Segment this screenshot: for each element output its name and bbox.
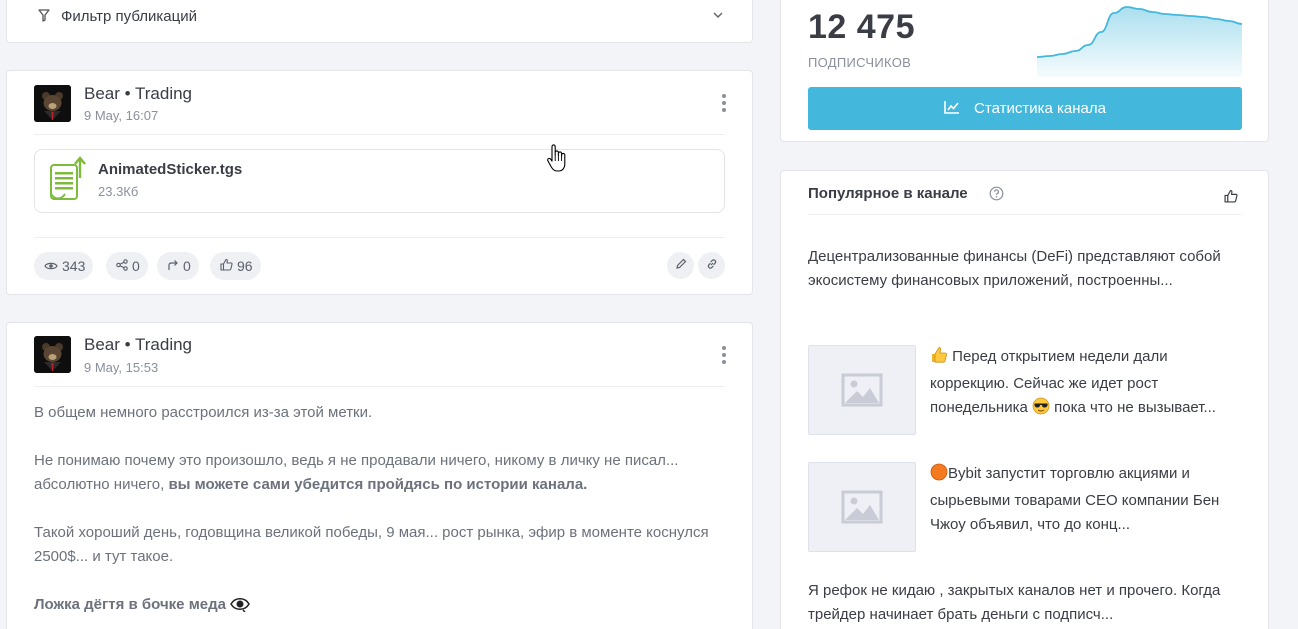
file-size: 23.3Кб xyxy=(98,184,139,199)
views-count: 343 xyxy=(62,258,86,274)
copy-link-button[interactable] xyxy=(698,252,725,279)
filter-icon xyxy=(38,9,50,27)
divider xyxy=(808,214,1241,215)
help-circle-icon[interactable] xyxy=(989,186,1004,206)
post-date: 9 May, 15:53 xyxy=(84,360,159,375)
channel-avatar[interactable] xyxy=(34,336,71,373)
share-icon xyxy=(116,258,128,274)
divider xyxy=(34,386,725,387)
post-paragraph: Ложка дёгтя в бочке меда xyxy=(34,593,734,620)
likes-counter[interactable]: 96 xyxy=(210,252,261,280)
popular-in-channel-card: Популярное в канале Децентрализованные ф… xyxy=(780,170,1269,629)
more-menu-icon[interactable] xyxy=(722,346,726,367)
eye-emoji-icon xyxy=(230,596,251,620)
channel-statistics-label: Статистика канала xyxy=(974,100,1106,117)
document-download-icon xyxy=(49,156,87,211)
post-paragraph: В общем немного расстроился из-за этой м… xyxy=(34,404,373,421)
channel-name[interactable]: Bear • Trading xyxy=(84,335,192,355)
popular-title: Популярное в канале xyxy=(808,185,968,202)
divider xyxy=(34,134,725,135)
popular-item-text[interactable]: Bybit запустит торговлю акциями и сырьев… xyxy=(930,462,1248,537)
file-attachment[interactable]: AnimatedSticker.tgs 23.3Кб xyxy=(34,149,725,213)
channel-name[interactable]: Bear • Trading xyxy=(84,84,192,104)
publication-filter[interactable]: Фильтр публикаций xyxy=(6,0,753,43)
pencil-icon xyxy=(675,257,687,275)
subscribers-card: 12 475 ПОДПИСЧИКОВ Статистика канала xyxy=(780,0,1269,142)
popular-item-text[interactable]: Перед открытием недели дали коррекцию. С… xyxy=(930,345,1248,423)
image-icon xyxy=(841,373,883,407)
filter-label: Фильтр публикаций xyxy=(61,8,197,25)
thumbs-up-emoji-icon xyxy=(930,346,948,372)
channel-statistics-button[interactable]: Статистика канала xyxy=(808,87,1242,130)
post-text: В общем немного расстроился из-за этой м… xyxy=(34,401,734,629)
bear-logo-icon xyxy=(34,85,71,122)
likes-count: 96 xyxy=(237,258,253,274)
forwards-counter[interactable]: 0 xyxy=(157,252,199,280)
channel-avatar[interactable] xyxy=(34,85,71,122)
orange-circle-emoji-icon xyxy=(930,463,948,489)
file-name: AnimatedSticker.tgs xyxy=(98,161,243,178)
subscribers-label: ПОДПИСЧИКОВ xyxy=(808,55,912,70)
link-icon xyxy=(706,257,718,275)
image-placeholder[interactable] xyxy=(808,345,916,435)
subscribers-trend-chart xyxy=(1037,6,1242,77)
popular-item-text[interactable]: Децентрализованные финансы (DeFi) предст… xyxy=(808,245,1228,293)
line-chart-icon xyxy=(944,100,960,118)
post-paragraph: Не понимаю почему это произошло, ведь я … xyxy=(34,452,679,493)
bear-logo-icon xyxy=(34,336,71,373)
divider xyxy=(34,237,725,238)
post-bold-heading: Ложка дёгтя в бочке меда xyxy=(34,596,226,613)
sunglasses-emoji-icon xyxy=(1032,397,1050,423)
thumbs-up-icon[interactable] xyxy=(1224,189,1238,208)
popular-item-text[interactable]: Я рефок не кидаю , закрытых каналов нет … xyxy=(808,579,1228,627)
chevron-down-icon[interactable] xyxy=(712,8,724,26)
edit-button[interactable] xyxy=(667,252,694,279)
more-menu-icon[interactable] xyxy=(722,94,726,115)
shares-count: 0 xyxy=(132,258,140,274)
forwards-count: 0 xyxy=(183,258,191,274)
post-paragraph: Такой хороший день, годовщина великой по… xyxy=(34,524,709,565)
mouse-pointer-hand-icon xyxy=(546,143,568,180)
thumbs-up-icon xyxy=(220,258,233,274)
post-card: Bear • Trading 9 May, 15:53 В общем немн… xyxy=(6,322,753,629)
eye-icon xyxy=(44,258,58,274)
image-icon xyxy=(841,490,883,524)
post-bold-text: вы можете сами убедится пройдясь по исто… xyxy=(168,476,588,493)
subscribers-count: 12 475 xyxy=(808,8,915,46)
image-placeholder[interactable] xyxy=(808,462,916,552)
views-counter[interactable]: 343 xyxy=(34,252,94,280)
post-date: 9 May, 16:07 xyxy=(84,108,159,123)
shares-counter[interactable]: 0 xyxy=(106,252,148,280)
forward-arrow-icon xyxy=(167,258,179,274)
post-card: Bear • Trading 9 May, 16:07 AnimatedStic… xyxy=(6,70,753,295)
